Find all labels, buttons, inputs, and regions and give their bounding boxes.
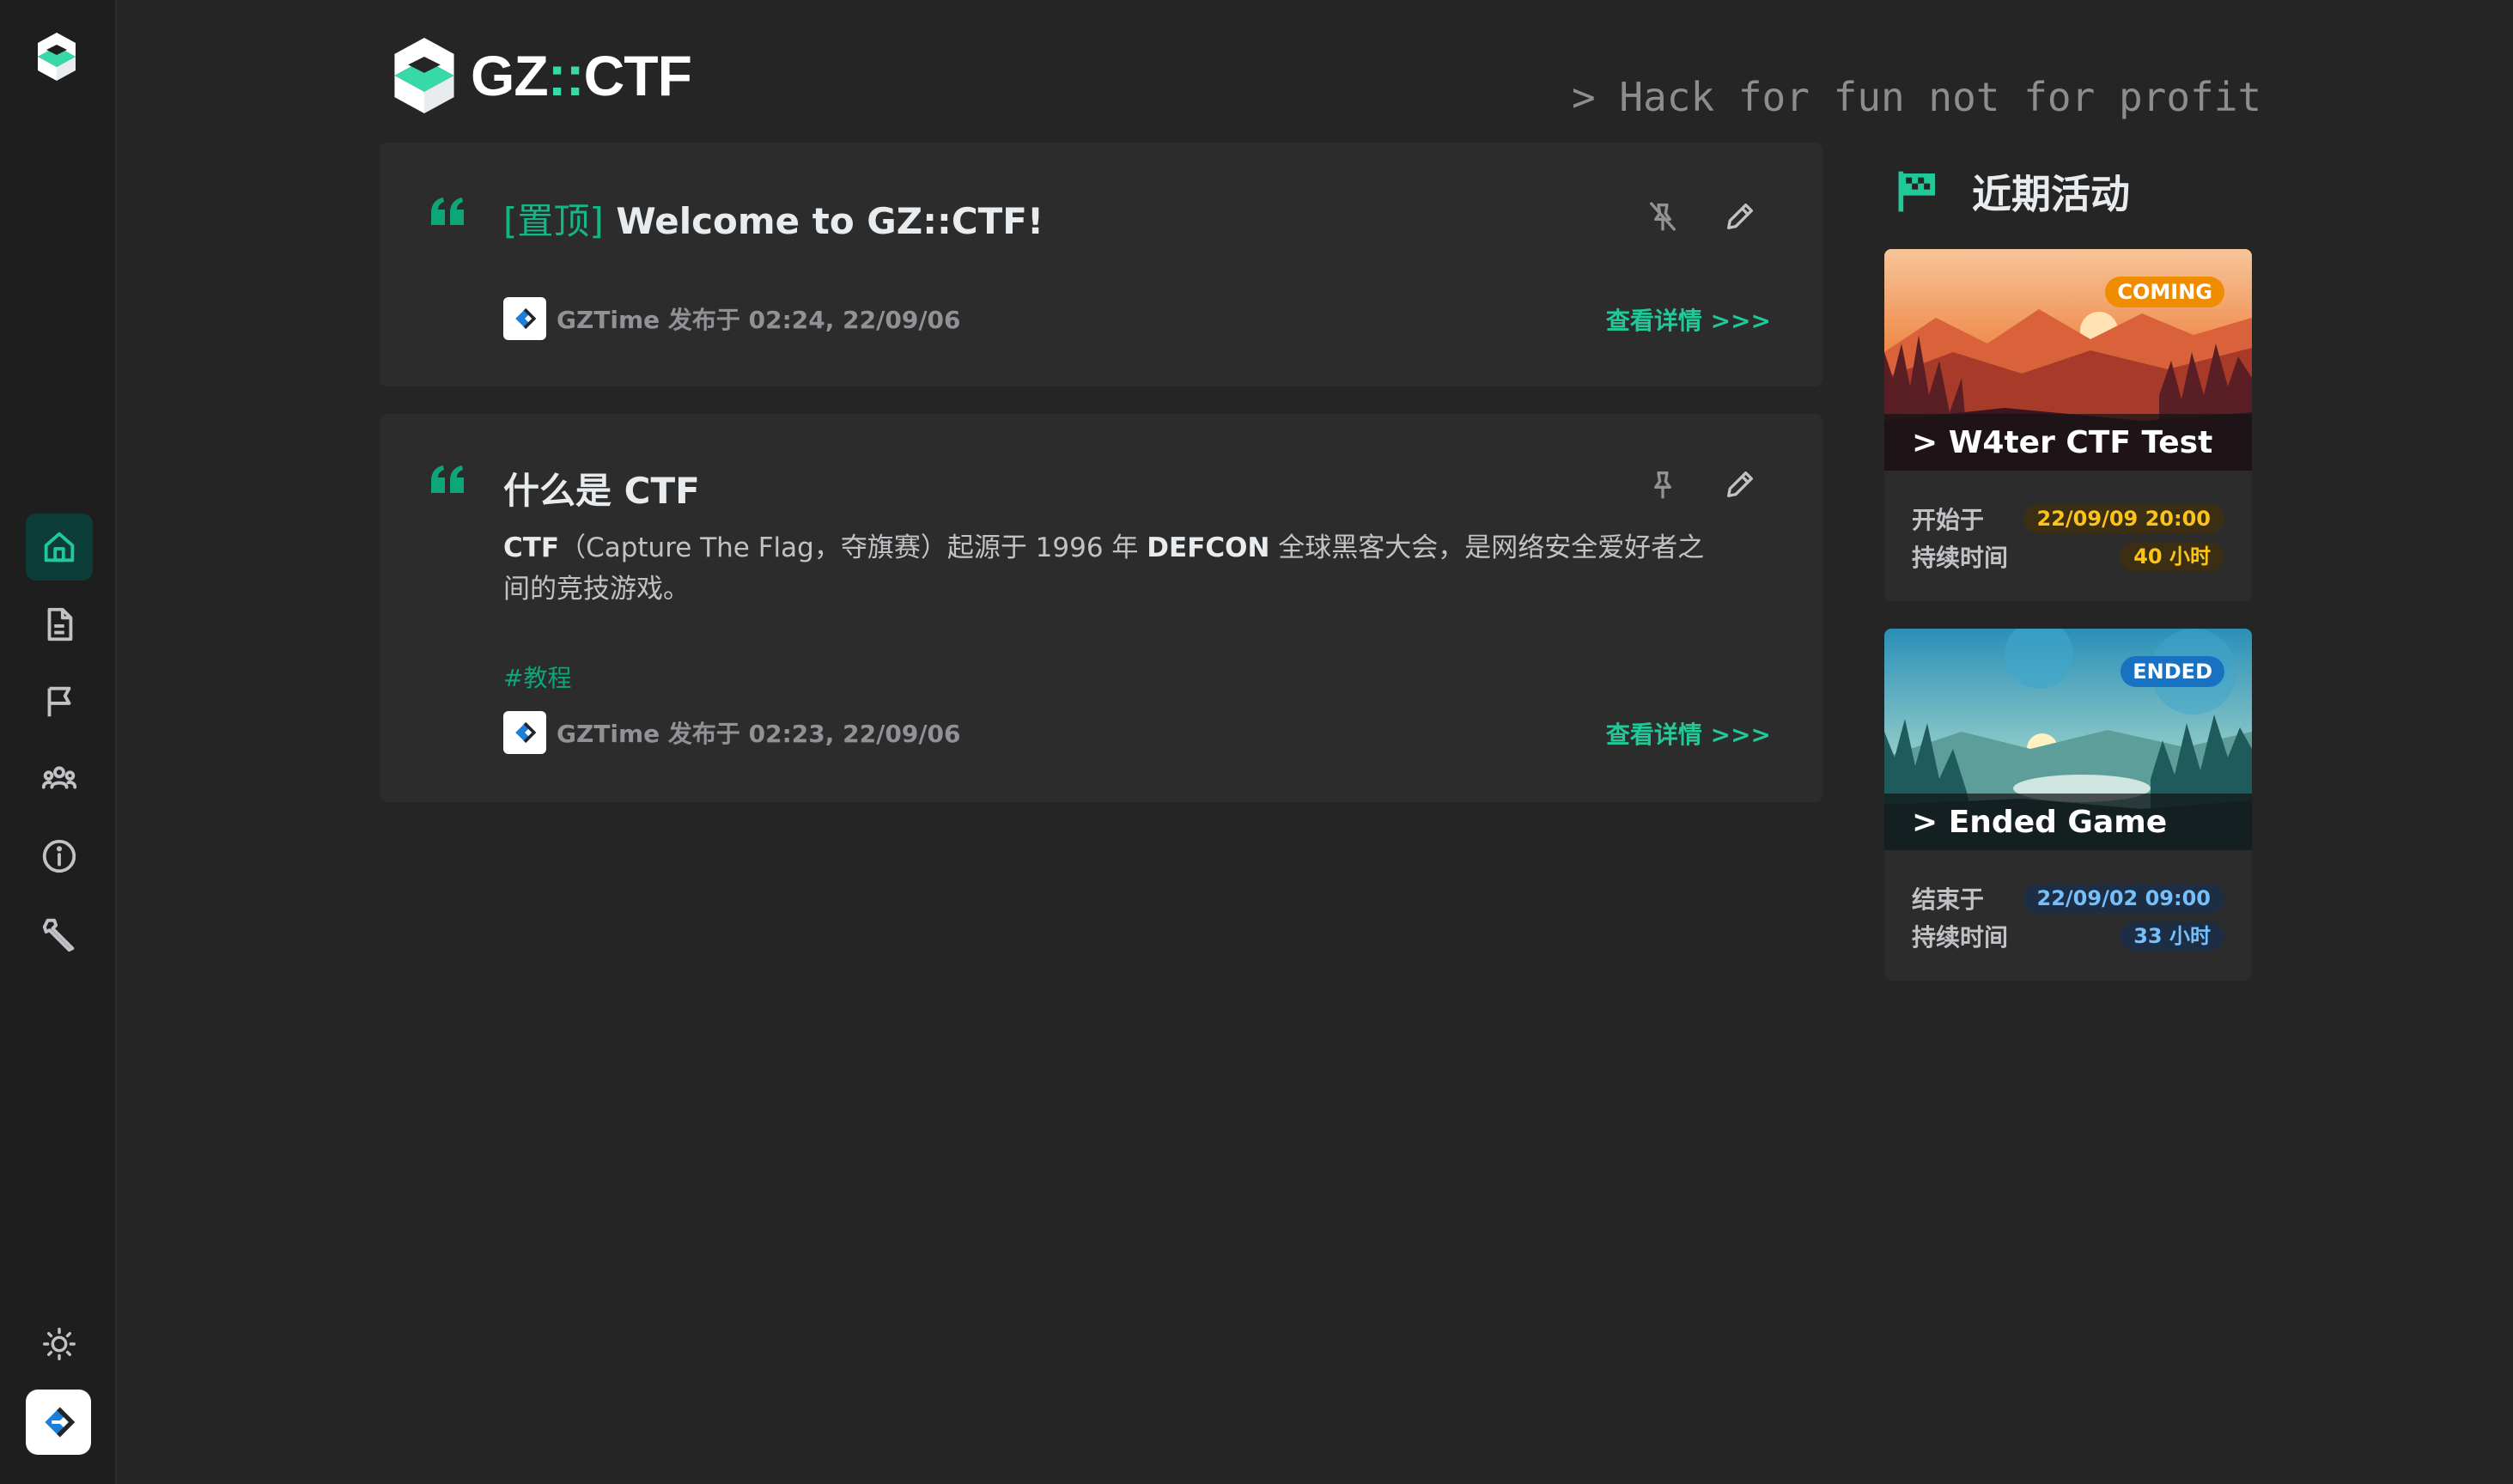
duration-badge: 40 小时 bbox=[2120, 542, 2224, 571]
end-time-badge: 22/09/02 09:00 bbox=[2023, 884, 2224, 913]
brand-separator: :: bbox=[547, 44, 585, 107]
game-start-row: 开始于 22/09/09 20:00 bbox=[1912, 502, 2224, 536]
pin-button[interactable] bbox=[1642, 464, 1683, 505]
app-root: GZ::CTF > Hack for fun not for profit [置… bbox=[0, 0, 2513, 1484]
game-name: > Ended Game bbox=[1884, 794, 2252, 850]
document-icon bbox=[47, 607, 73, 642]
game-duration-row: 持续时间 40 小时 bbox=[1912, 539, 2224, 574]
post-title-text: Welcome to GZ::CTF! bbox=[616, 200, 1044, 242]
brand-title: GZ::CTF bbox=[471, 43, 692, 108]
end-label: 结束于 bbox=[1912, 885, 1985, 914]
game-card[interactable]: COMING > W4ter CTF Test 开始于 22/09/09 20:… bbox=[1884, 249, 2252, 601]
recent-events-title: 近期活动 bbox=[1972, 171, 2130, 217]
user-avatar[interactable] bbox=[26, 1390, 91, 1455]
status-badge: COMING bbox=[2105, 277, 2224, 307]
sidebar-item-admin[interactable] bbox=[26, 900, 93, 967]
body-bold-ctf: CTF bbox=[503, 532, 560, 563]
view-details-link[interactable]: 查看详情 >>> bbox=[1606, 302, 1771, 337]
pencil-icon bbox=[1727, 471, 1753, 497]
post-meta: GZTime 发布于 02:23, 22/09/06 bbox=[503, 711, 961, 754]
start-label: 开始于 bbox=[1912, 506, 1985, 534]
post-meta-text: GZTime 发布于 02:24, 22/09/06 bbox=[557, 306, 961, 334]
duration-badge: 33 小时 bbox=[2120, 921, 2224, 951]
pencil-icon bbox=[1727, 204, 1753, 229]
pin-icon bbox=[1654, 471, 1671, 499]
game-duration-row: 持续时间 33 小时 bbox=[1912, 919, 2224, 953]
game-name: > W4ter CTF Test bbox=[1884, 414, 2252, 471]
sun-icon bbox=[43, 1328, 76, 1360]
sidebar-item-games[interactable] bbox=[26, 668, 93, 735]
team-icon bbox=[41, 766, 77, 789]
info-icon bbox=[42, 839, 76, 873]
brand-prefix: GZ bbox=[471, 44, 549, 107]
sidebar-item-about[interactable] bbox=[26, 823, 93, 890]
author-avatar-icon bbox=[515, 721, 537, 744]
pinned-label: [置顶] bbox=[503, 200, 604, 242]
unpin-button[interactable] bbox=[1642, 196, 1683, 237]
checkered-flag-icon bbox=[1898, 171, 1935, 212]
sidebar-logo-icon[interactable] bbox=[33, 31, 81, 82]
edit-post-button[interactable] bbox=[1719, 196, 1761, 237]
brand[interactable]: GZ::CTF bbox=[386, 34, 692, 117]
game-poster: ENDED > Ended Game bbox=[1884, 629, 2252, 850]
avatar-icon bbox=[45, 1407, 76, 1438]
start-time-badge: 22/09/09 20:00 bbox=[2023, 504, 2224, 533]
post-tag[interactable]: #教程 bbox=[503, 660, 571, 694]
game-poster: COMING > W4ter CTF Test bbox=[1884, 249, 2252, 471]
brand-suffix: CTF bbox=[583, 44, 692, 107]
theme-toggle-button[interactable] bbox=[26, 1311, 93, 1378]
recent-events-header: 近期活动 bbox=[1893, 163, 2130, 220]
author-avatar[interactable] bbox=[503, 297, 546, 340]
duration-label: 持续时间 bbox=[1912, 544, 2009, 572]
post-title[interactable]: [置顶] Welcome to GZ::CTF! bbox=[503, 192, 1044, 245]
post-title[interactable]: 什么是 CTF bbox=[503, 462, 700, 514]
view-details-link[interactable]: 查看详情 >>> bbox=[1606, 716, 1771, 751]
post-card: [置顶] Welcome to GZ::CTF! GZTime 发布于 02:2… bbox=[380, 143, 1822, 386]
post-body: CTF（Capture The Flag，夺旗赛）起源于 1996 年 DEFC… bbox=[503, 527, 1723, 610]
slogan: > Hack for fun not for profit bbox=[1572, 74, 2262, 120]
wrench-icon bbox=[42, 918, 75, 952]
sidebar-item-teams[interactable] bbox=[26, 745, 93, 812]
sidebar-item-home[interactable] bbox=[26, 514, 93, 581]
body-bold-defcon: DEFCON bbox=[1147, 532, 1270, 563]
pin-off-icon bbox=[1650, 202, 1676, 231]
body-text-1: （Capture The Flag，夺旗赛）起源于 1996 年 bbox=[559, 532, 1147, 563]
author-avatar[interactable] bbox=[503, 711, 546, 754]
brand-logo-icon bbox=[386, 34, 462, 117]
flag-icon bbox=[47, 686, 71, 717]
post-card: 什么是 CTF CTF（Capture The Flag，夺旗赛）起源于 199… bbox=[380, 414, 1822, 802]
quote-icon bbox=[431, 198, 464, 225]
post-meta-text: GZTime 发布于 02:23, 22/09/06 bbox=[557, 720, 961, 748]
edit-post-button[interactable] bbox=[1719, 464, 1761, 505]
status-badge: ENDED bbox=[2121, 656, 2224, 687]
sidebar-item-posts[interactable] bbox=[26, 591, 93, 658]
duration-label: 持续时间 bbox=[1912, 923, 2009, 952]
post-meta: GZTime 发布于 02:24, 22/09/06 bbox=[503, 297, 961, 340]
game-card[interactable]: ENDED > Ended Game 结束于 22/09/02 09:00 持续… bbox=[1884, 629, 2252, 981]
home-icon bbox=[44, 532, 75, 563]
sidebar bbox=[0, 0, 117, 1484]
game-end-row: 结束于 22/09/02 09:00 bbox=[1912, 881, 2224, 915]
quote-icon bbox=[431, 465, 464, 493]
author-avatar-icon bbox=[515, 307, 537, 330]
